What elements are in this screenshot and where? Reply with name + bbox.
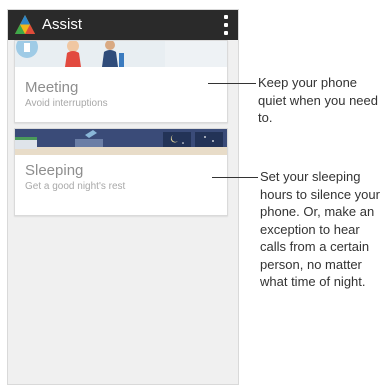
meeting-card-subtitle: Avoid interruptions <box>25 98 108 109</box>
scenario-list: Meeting Avoid interruptions Sleeping Get… <box>8 40 238 384</box>
app-bar: Assist <box>8 10 238 40</box>
sleeping-callout-text: Set your sleeping hours to silence your … <box>260 169 380 289</box>
meeting-card[interactable]: Meeting Avoid interruptions <box>14 40 228 123</box>
meeting-banner-illustration <box>15 41 227 67</box>
meeting-card-title: Meeting <box>25 79 79 96</box>
sleeping-banner-illustration <box>15 129 227 155</box>
meeting-callout-text: Keep your phone quiet when you need to. <box>258 75 378 125</box>
phone-screen: Assist Meeting Avoid interruptions Sleep… <box>7 9 239 385</box>
assist-logo-icon <box>15 15 35 34</box>
overflow-menu-icon[interactable] <box>223 15 229 35</box>
sleeping-card-subtitle: Get a good night's rest <box>25 181 126 192</box>
app-title: Assist <box>42 16 83 33</box>
sleeping-callout-line <box>212 177 258 178</box>
meeting-callout-line <box>208 83 256 84</box>
sleeping-card[interactable]: Sleeping Get a good night's rest <box>14 128 228 216</box>
sleeping-card-title: Sleeping <box>25 162 84 179</box>
